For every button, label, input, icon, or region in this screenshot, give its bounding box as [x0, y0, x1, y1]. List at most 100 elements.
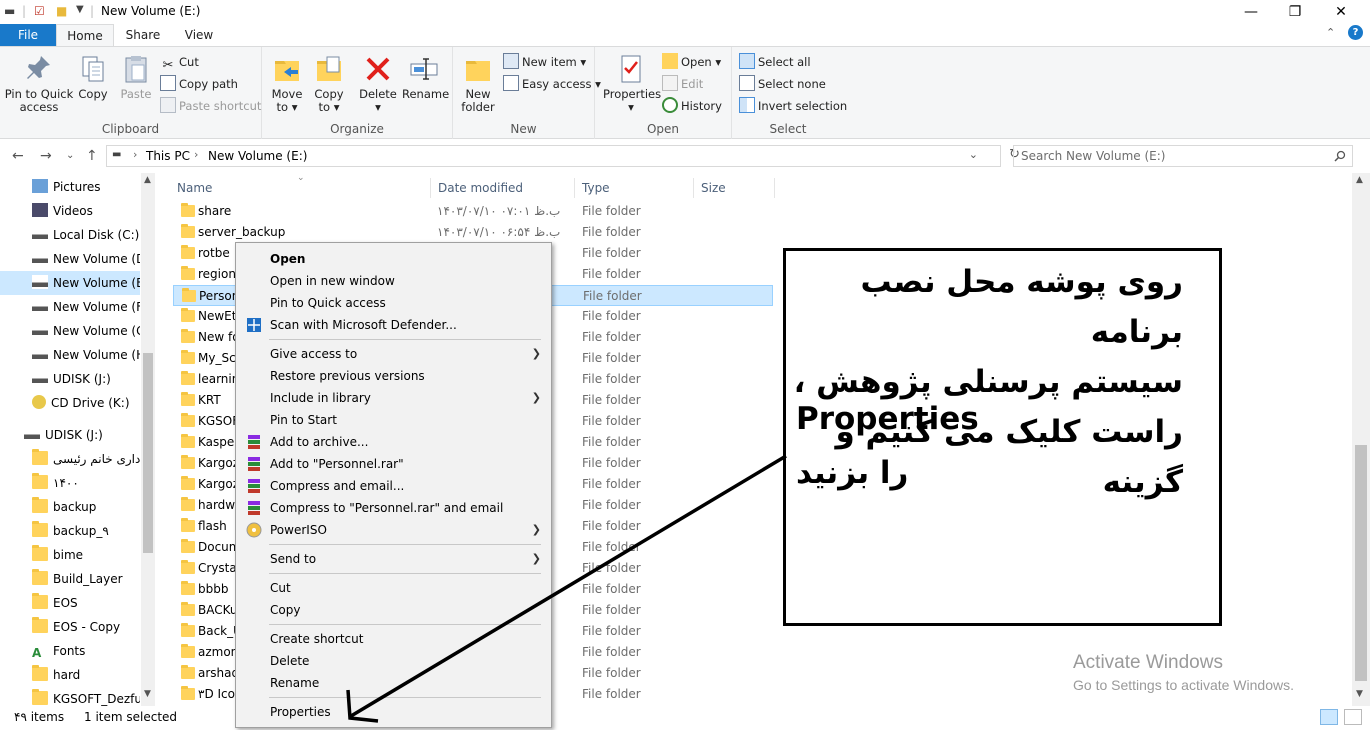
paste-button[interactable]: Paste	[116, 53, 156, 101]
select-none-button[interactable]: Select none	[739, 74, 826, 94]
table-row[interactable]: server_backup ۱۴۰۳/۰۷/۱۰ ب.ظ ۰۶:۵۴ File fo…	[173, 222, 773, 243]
open-button[interactable]: Open ▾	[662, 52, 721, 72]
nav-item[interactable]: A Fonts	[0, 639, 140, 663]
nav-item[interactable]: Local Disk (C:)	[0, 223, 140, 247]
recent-chevron-icon[interactable]: ⌄	[66, 150, 74, 161]
menu-include-library[interactable]: Include in library	[270, 387, 371, 409]
menu-compress-rar-email[interactable]: Compress to "Personnel.rar" and email	[270, 497, 503, 519]
nav-item[interactable]: Pictures	[0, 175, 140, 199]
new-item-button[interactable]: New item ▾	[503, 52, 586, 72]
menu-rename[interactable]: Rename	[270, 672, 319, 694]
tab-view[interactable]: View	[172, 24, 226, 46]
menu-pin-start[interactable]: Pin to Start	[270, 409, 337, 431]
nav-item[interactable]: EOS - Copy	[0, 615, 140, 639]
breadcrumb-this-pc[interactable]: This PC	[146, 149, 190, 163]
easy-access-button[interactable]: Easy access ▾	[503, 74, 601, 94]
nav-item[interactable]: Videos	[0, 199, 140, 223]
copy-to-button[interactable]: Copy to ▾	[310, 53, 348, 114]
minimize-button[interactable]: —	[1228, 0, 1274, 24]
scroll-down-icon[interactable]: ▼	[1356, 689, 1363, 699]
scroll-down-icon[interactable]: ▼	[144, 689, 151, 699]
nav-item[interactable]: ۱۴۰۰	[0, 471, 140, 495]
menu-open[interactable]: Open	[270, 248, 305, 270]
nav-item[interactable]: KGSOFT_Dezful	[0, 687, 140, 706]
copy-button[interactable]: Copy	[75, 53, 111, 101]
address-dropdown-icon[interactable]: ⌄	[969, 148, 978, 161]
details-view-icon[interactable]	[1320, 709, 1338, 725]
nav-item[interactable]: CD Drive (K:)	[0, 391, 140, 415]
menu-add-rar[interactable]: Add to "Personnel.rar"	[270, 453, 404, 475]
column-size[interactable]: Size	[695, 178, 775, 198]
rename-button[interactable]: Rename	[402, 53, 449, 101]
maximize-button[interactable]: ❐	[1272, 0, 1318, 24]
breadcrumb-current[interactable]: New Volume (E:)	[208, 149, 307, 163]
scroll-thumb[interactable]	[1355, 445, 1367, 681]
menu-restore-versions[interactable]: Restore previous versions	[270, 365, 425, 387]
address-input[interactable]: ▬ › This PC › New Volume (E:) ⌄ ↻	[106, 145, 1020, 167]
menu-compress-email[interactable]: Compress and email...	[270, 475, 404, 497]
close-button[interactable]: ✕	[1318, 0, 1364, 24]
properties-ribbon-button[interactable]: Properties ▾	[603, 53, 661, 114]
new-folder-button[interactable]: New folder	[459, 53, 497, 114]
back-arrow-icon[interactable]: ←	[12, 148, 24, 164]
menu-scan-defender[interactable]: Scan with Microsoft Defender...	[270, 314, 457, 336]
column-date-modified[interactable]: Date modified	[432, 178, 575, 198]
menu-add-archive[interactable]: Add to archive...	[270, 431, 368, 453]
menu-copy[interactable]: Copy	[270, 599, 300, 621]
menu-create-shortcut[interactable]: Create shortcut	[270, 628, 363, 650]
content-scrollbar[interactable]: ▲ ▼	[1352, 173, 1370, 706]
nav-item[interactable]: backup_۹	[0, 519, 140, 543]
tab-share[interactable]: Share	[116, 24, 170, 46]
properties-quick-icon[interactable]: ☑	[34, 4, 45, 18]
nav-item[interactable]: اداری خانم رئیسی	[0, 447, 140, 471]
nav-item[interactable]: New Volume (F:)	[0, 295, 140, 319]
table-row[interactable]: share ۱۴۰۳/۰۷/۱۰ ب.ظ ۰۷:۰۱ File folder	[173, 201, 773, 222]
nav-scroll-thumb[interactable]	[143, 353, 153, 553]
nav-item[interactable]: New Volume (G:)	[0, 319, 140, 343]
copy-path-button[interactable]: Copy path	[160, 74, 238, 94]
column-type[interactable]: Type	[576, 178, 694, 198]
new-folder-quick-icon[interactable]: ■	[56, 4, 67, 18]
column-name[interactable]: Name	[171, 178, 431, 198]
menu-poweriso[interactable]: PowerISO	[270, 519, 327, 541]
menu-send-to[interactable]: Send to	[270, 548, 316, 570]
file-type: File folder	[582, 372, 641, 386]
nav-item[interactable]: Build_Layer	[0, 567, 140, 591]
tab-file[interactable]: File	[0, 24, 56, 46]
move-to-button[interactable]: Move to ▾	[268, 53, 306, 114]
invert-selection-button[interactable]: Invert selection	[739, 96, 847, 116]
pin-quick-access-button[interactable]: Pin to Quick access	[4, 53, 74, 114]
menu-give-access[interactable]: Give access to	[270, 343, 357, 365]
collapse-ribbon-icon[interactable]: ⌃	[1326, 26, 1335, 39]
paste-shortcut-button[interactable]: Paste shortcut	[160, 96, 261, 116]
nav-item[interactable]: hard	[0, 663, 140, 687]
menu-cut[interactable]: Cut	[270, 577, 291, 599]
nav-item[interactable]: UDISK (J:)	[0, 423, 140, 447]
menu-delete[interactable]: Delete	[270, 650, 309, 672]
nav-item[interactable]: UDISK (J:)	[0, 367, 140, 391]
delete-button[interactable]: Delete ▾	[358, 53, 398, 114]
menu-pin-quick-access[interactable]: Pin to Quick access	[270, 292, 386, 314]
search-input[interactable]: Search New Volume (E:)	[1013, 145, 1353, 167]
nav-item[interactable]: New Volume (H:)	[0, 343, 140, 367]
forward-arrow-icon[interactable]: →	[40, 148, 52, 164]
up-arrow-icon[interactable]: ↑	[86, 148, 98, 164]
scroll-up-icon[interactable]: ▲	[144, 175, 151, 185]
menu-properties[interactable]: Properties	[270, 701, 331, 723]
large-icons-view-icon[interactable]	[1344, 709, 1362, 725]
history-button[interactable]: History	[662, 96, 722, 116]
tab-home[interactable]: Home	[56, 24, 114, 46]
cut-button[interactable]: ✂ Cut	[160, 52, 199, 73]
help-icon[interactable]: ?	[1348, 25, 1363, 40]
nav-item[interactable]: New Volume (E:)	[0, 271, 140, 295]
nav-item[interactable]: EOS	[0, 591, 140, 615]
nav-scrollbar[interactable]: ▲ ▼	[141, 173, 155, 706]
edit-button[interactable]: Edit	[662, 74, 703, 94]
customize-chevron-icon[interactable]: ▼	[76, 4, 84, 15]
menu-open-new-window[interactable]: Open in new window	[270, 270, 395, 292]
scroll-up-icon[interactable]: ▲	[1356, 175, 1363, 185]
nav-item[interactable]: backup	[0, 495, 140, 519]
nav-item[interactable]: New Volume (D:)	[0, 247, 140, 271]
select-all-button[interactable]: Select all	[739, 52, 811, 72]
nav-item[interactable]: bime	[0, 543, 140, 567]
